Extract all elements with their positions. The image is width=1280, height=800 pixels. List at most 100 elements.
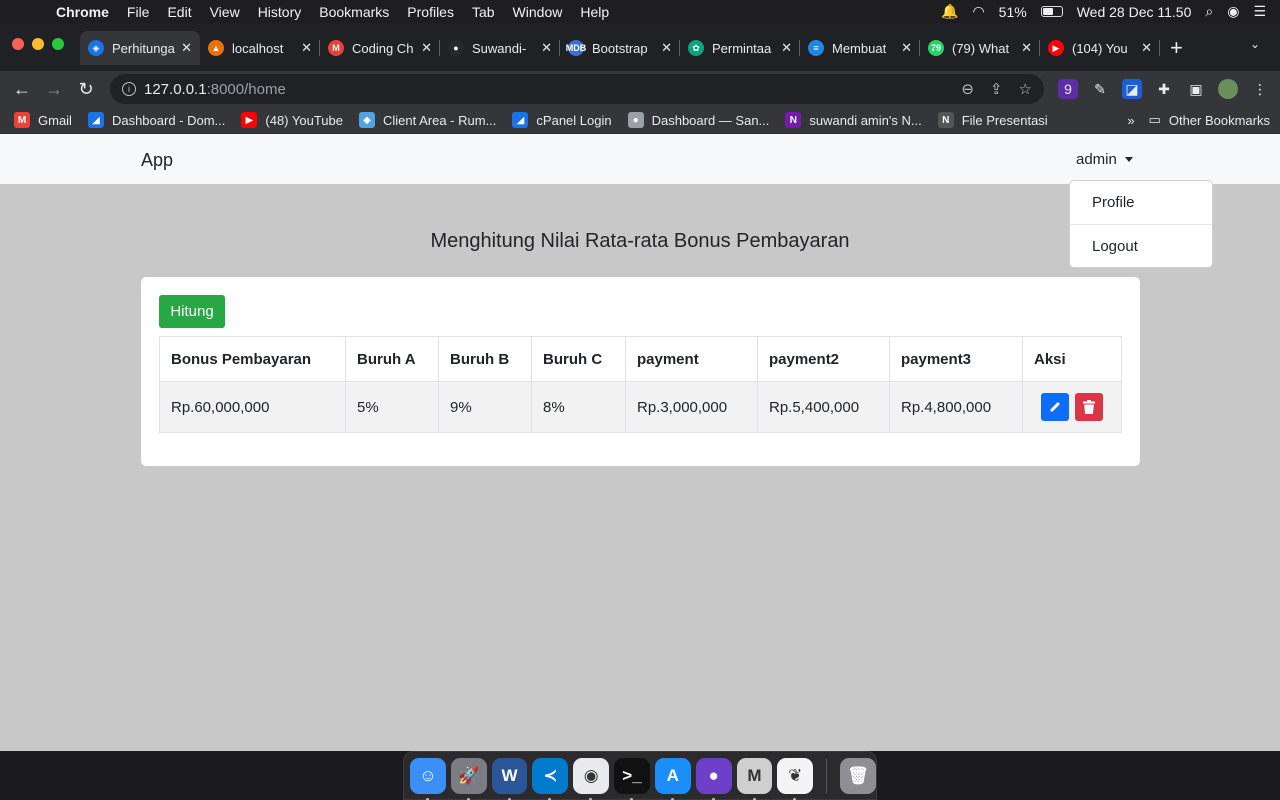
user-menu-toggle[interactable]: admin: [1076, 151, 1133, 168]
browser-tab[interactable]: ≡ Membuat ✕: [800, 31, 920, 65]
menu-history[interactable]: History: [249, 4, 311, 20]
extension-pen-icon[interactable]: ✎: [1090, 79, 1110, 99]
tab-close-icon[interactable]: ✕: [781, 40, 792, 56]
browser-tab[interactable]: 79 (79) What ✕: [920, 31, 1040, 65]
share-icon[interactable]: ⇪: [990, 80, 1003, 98]
bookmark-item[interactable]: ◆ Client Area - Rum...: [358, 112, 496, 128]
tab-search-chevron-icon[interactable]: ⌄: [1250, 37, 1260, 51]
dock-vscode-icon[interactable]: ≺: [532, 757, 569, 800]
close-window-button[interactable]: [12, 38, 24, 50]
cell-payment3: Rp.4,800,000: [889, 381, 1023, 433]
tab-close-icon[interactable]: ✕: [1141, 40, 1152, 56]
bookmark-item[interactable]: Nsuwandi amin's N...: [785, 112, 922, 128]
tab-close-icon[interactable]: ✕: [181, 40, 192, 56]
control-center-icon[interactable]: ☰: [1253, 3, 1266, 20]
browser-tab[interactable]: ▲ localhost ✕: [200, 31, 320, 65]
edit-button[interactable]: [1040, 393, 1069, 421]
browser-tab[interactable]: M Coding Ch ✕: [320, 31, 440, 65]
browser-tab[interactable]: ✿ Permintaa ✕: [680, 31, 800, 65]
th-aksi: Aksi: [1022, 336, 1122, 382]
notification-bell-icon[interactable]: 🔔: [941, 3, 958, 20]
dock-github-desktop-icon[interactable]: ●: [695, 757, 732, 800]
tab-close-icon[interactable]: ✕: [901, 40, 912, 56]
bookmark-item[interactable]: M Gmail: [14, 112, 72, 128]
siri-icon[interactable]: ◉: [1227, 3, 1239, 20]
dock-chrome-icon[interactable]: ◉: [573, 757, 610, 800]
tab-separator: [1159, 40, 1160, 56]
dock-glyph: ☺: [419, 765, 437, 785]
bookmark-item[interactable]: ● Dashboard — San...: [627, 112, 769, 128]
tab-close-icon[interactable]: ✕: [301, 40, 312, 56]
extension-blue-icon[interactable]: ◪: [1122, 79, 1142, 99]
bookmark-item[interactable]: ▶ (48) YouTube: [241, 112, 343, 128]
spotlight-search-icon[interactable]: ⌕: [1205, 3, 1213, 20]
extensions-puzzle-icon[interactable]: ✚: [1154, 79, 1174, 99]
back-arrow-icon[interactable]: ←: [6, 79, 38, 100]
cell-bonus-pembayaran: Rp.60,000,000: [159, 381, 346, 433]
bookmark-item[interactable]: N File Presentasi: [937, 112, 1048, 128]
dock-terminal-icon[interactable]: >_: [614, 757, 650, 800]
dock-word-icon[interactable]: W: [491, 757, 528, 800]
tab-close-icon[interactable]: ✕: [1021, 40, 1032, 56]
battery-icon[interactable]: [1040, 6, 1063, 17]
user-name: admin: [1076, 151, 1117, 168]
menu-file[interactable]: File: [118, 4, 159, 20]
tab-title: (104) You: [1072, 40, 1128, 56]
browser-tab[interactable]: MDB Bootstrap ✕: [560, 31, 680, 65]
menu-tab[interactable]: Tab: [463, 4, 504, 20]
browser-tab[interactable]: ▶ (104) You ✕: [1040, 31, 1160, 65]
minimize-window-button[interactable]: [32, 38, 44, 50]
dock-tableplus-icon[interactable]: M: [736, 757, 773, 800]
site-info-icon[interactable]: i: [122, 82, 136, 96]
zoom-icon[interactable]: ⊖: [961, 80, 974, 98]
menu-bookmarks[interactable]: Bookmarks: [310, 4, 398, 20]
dropdown-item-logout[interactable]: Logout: [1070, 225, 1212, 268]
dock-trash-icon[interactable]: 🗑: [840, 757, 876, 794]
dock-mongodb-icon[interactable]: ❦: [777, 757, 814, 800]
bookmark-label: cPanel Login: [536, 112, 612, 128]
address-path: :8000/home: [206, 80, 286, 98]
cell-buruh-a: 5%: [345, 381, 439, 433]
app-brand[interactable]: App: [141, 150, 173, 171]
bookmark-label: suwandi amin's N...: [809, 112, 922, 128]
menu-app-name[interactable]: Chrome: [56, 4, 118, 20]
tab-close-icon[interactable]: ✕: [421, 40, 432, 56]
wifi-icon[interactable]: ◠: [972, 3, 984, 20]
browser-tab[interactable]: ● Suwandi- ✕: [440, 31, 560, 65]
chrome-window: ◈ Perhitungan ✕ ▲ localhost ✕ M Coding Ch ✕ ● Suwa…: [0, 23, 1280, 751]
bookmark-star-icon[interactable]: ☆: [1019, 80, 1032, 98]
menu-view[interactable]: View: [201, 4, 249, 20]
reload-icon[interactable]: ↻: [70, 79, 102, 100]
bonus-table: Bonus Pembayaran Buruh A Buruh B Buruh C…: [159, 336, 1122, 433]
tab-title: Perhitungan: [112, 40, 175, 56]
bookmarks-overflow-chevron-icon[interactable]: »: [1127, 113, 1134, 128]
fullscreen-window-button[interactable]: [52, 38, 64, 50]
menu-help[interactable]: Help: [571, 4, 618, 20]
menu-edit[interactable]: Edit: [158, 4, 200, 20]
chrome-menu-icon[interactable]: ⋮: [1250, 79, 1270, 99]
dock-finder-icon[interactable]: ☺: [410, 757, 446, 800]
delete-button[interactable]: [1075, 393, 1104, 421]
menu-window[interactable]: Window: [504, 4, 572, 20]
tab-close-icon[interactable]: ✕: [661, 40, 672, 56]
new-tab-button[interactable]: +: [1170, 35, 1183, 61]
hitung-button[interactable]: Hitung: [159, 295, 225, 328]
th-buruh-b: Buruh B: [438, 336, 532, 382]
bookmark-item[interactable]: ◢ cPanel Login: [512, 112, 612, 128]
address-bar[interactable]: i 127.0.0.1:8000/home ⊖ ⇪ ☆: [110, 74, 1044, 104]
bookmark-item[interactable]: ◢ Dashboard - Dom...: [87, 112, 225, 128]
tab-close-icon[interactable]: ✕: [541, 40, 552, 56]
forward-arrow-icon[interactable]: →: [38, 79, 70, 100]
menu-profiles[interactable]: Profiles: [398, 4, 463, 20]
dock-launchpad-icon[interactable]: 🚀: [450, 757, 487, 800]
dock-app-store-icon[interactable]: A: [654, 757, 691, 800]
menubar-clock[interactable]: Wed 28 Dec 11.50: [1077, 4, 1192, 20]
dock-glyph: W: [501, 765, 518, 785]
other-bookmarks-folder[interactable]: ▭ Other Bookmarks: [1149, 112, 1270, 128]
profile-avatar[interactable]: [1218, 79, 1238, 99]
dropdown-item-profile[interactable]: Profile: [1070, 181, 1212, 224]
extension-badge-icon[interactable]: 9: [1058, 79, 1078, 99]
side-panel-icon[interactable]: ▣: [1186, 79, 1206, 99]
other-bookmarks-label: Other Bookmarks: [1168, 112, 1270, 128]
browser-tab[interactable]: ◈ Perhitungan ✕: [80, 31, 200, 65]
